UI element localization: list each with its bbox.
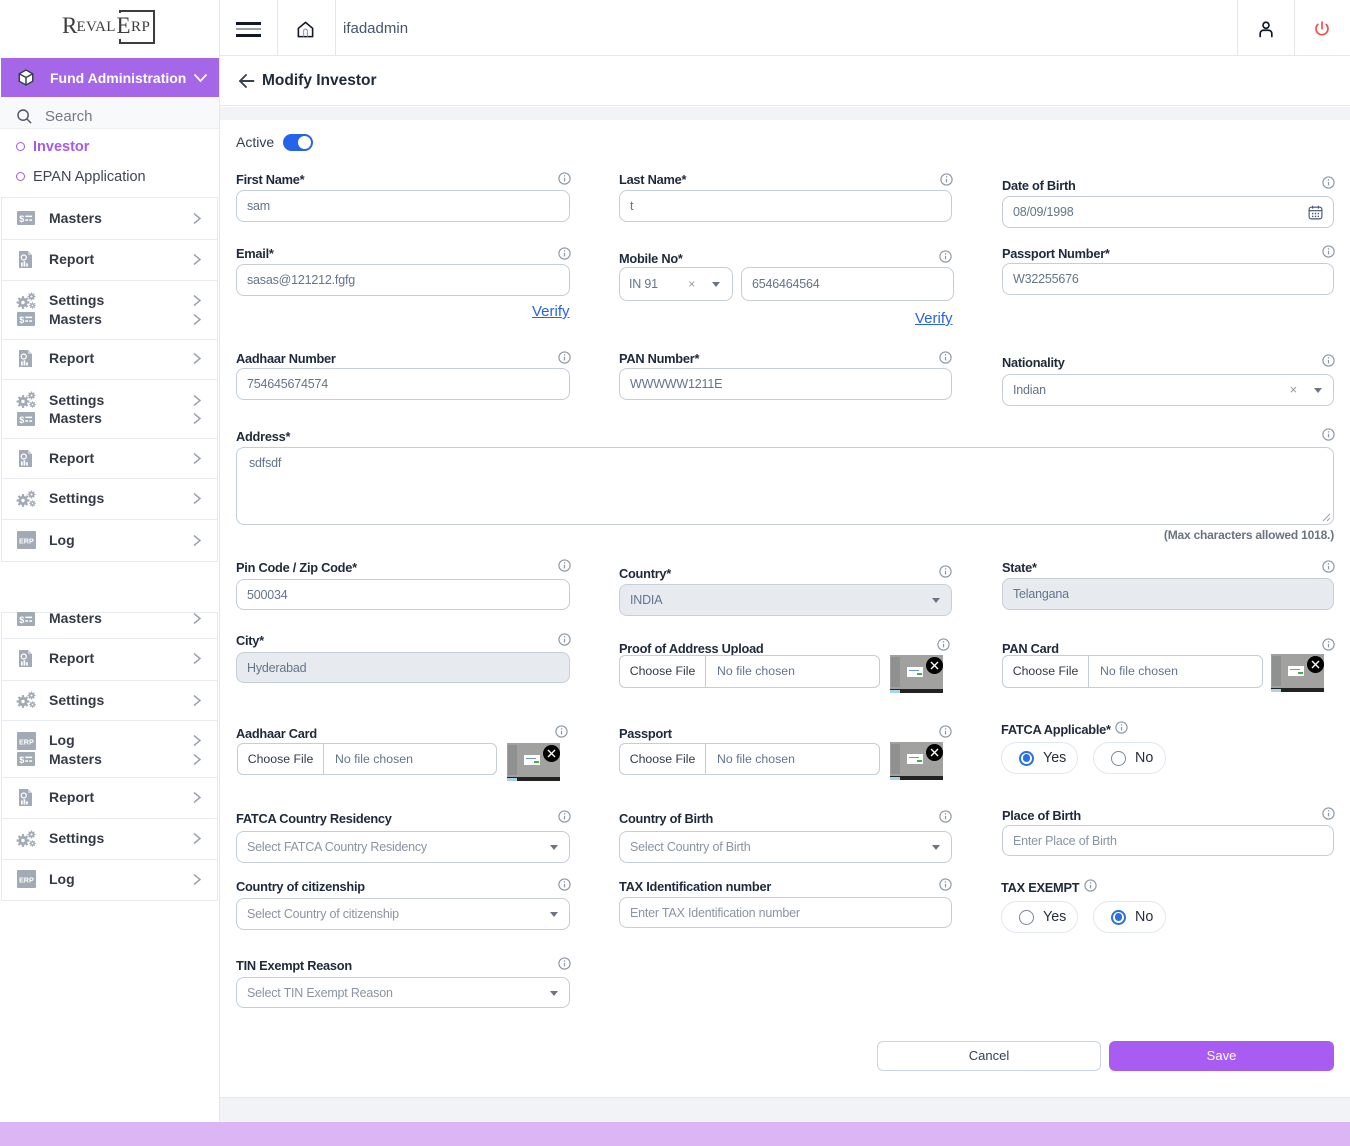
svg-text:ERP: ERP [19, 875, 34, 884]
svg-text:$: $ [19, 615, 24, 625]
svg-text:$: $ [19, 415, 24, 425]
svg-text:$: $ [19, 755, 24, 765]
svg-text:ERP: ERP [19, 737, 34, 746]
svg-text:$: $ [19, 214, 24, 224]
svg-text:ERP: ERP [19, 536, 34, 545]
svg-text:$: $ [19, 315, 24, 325]
